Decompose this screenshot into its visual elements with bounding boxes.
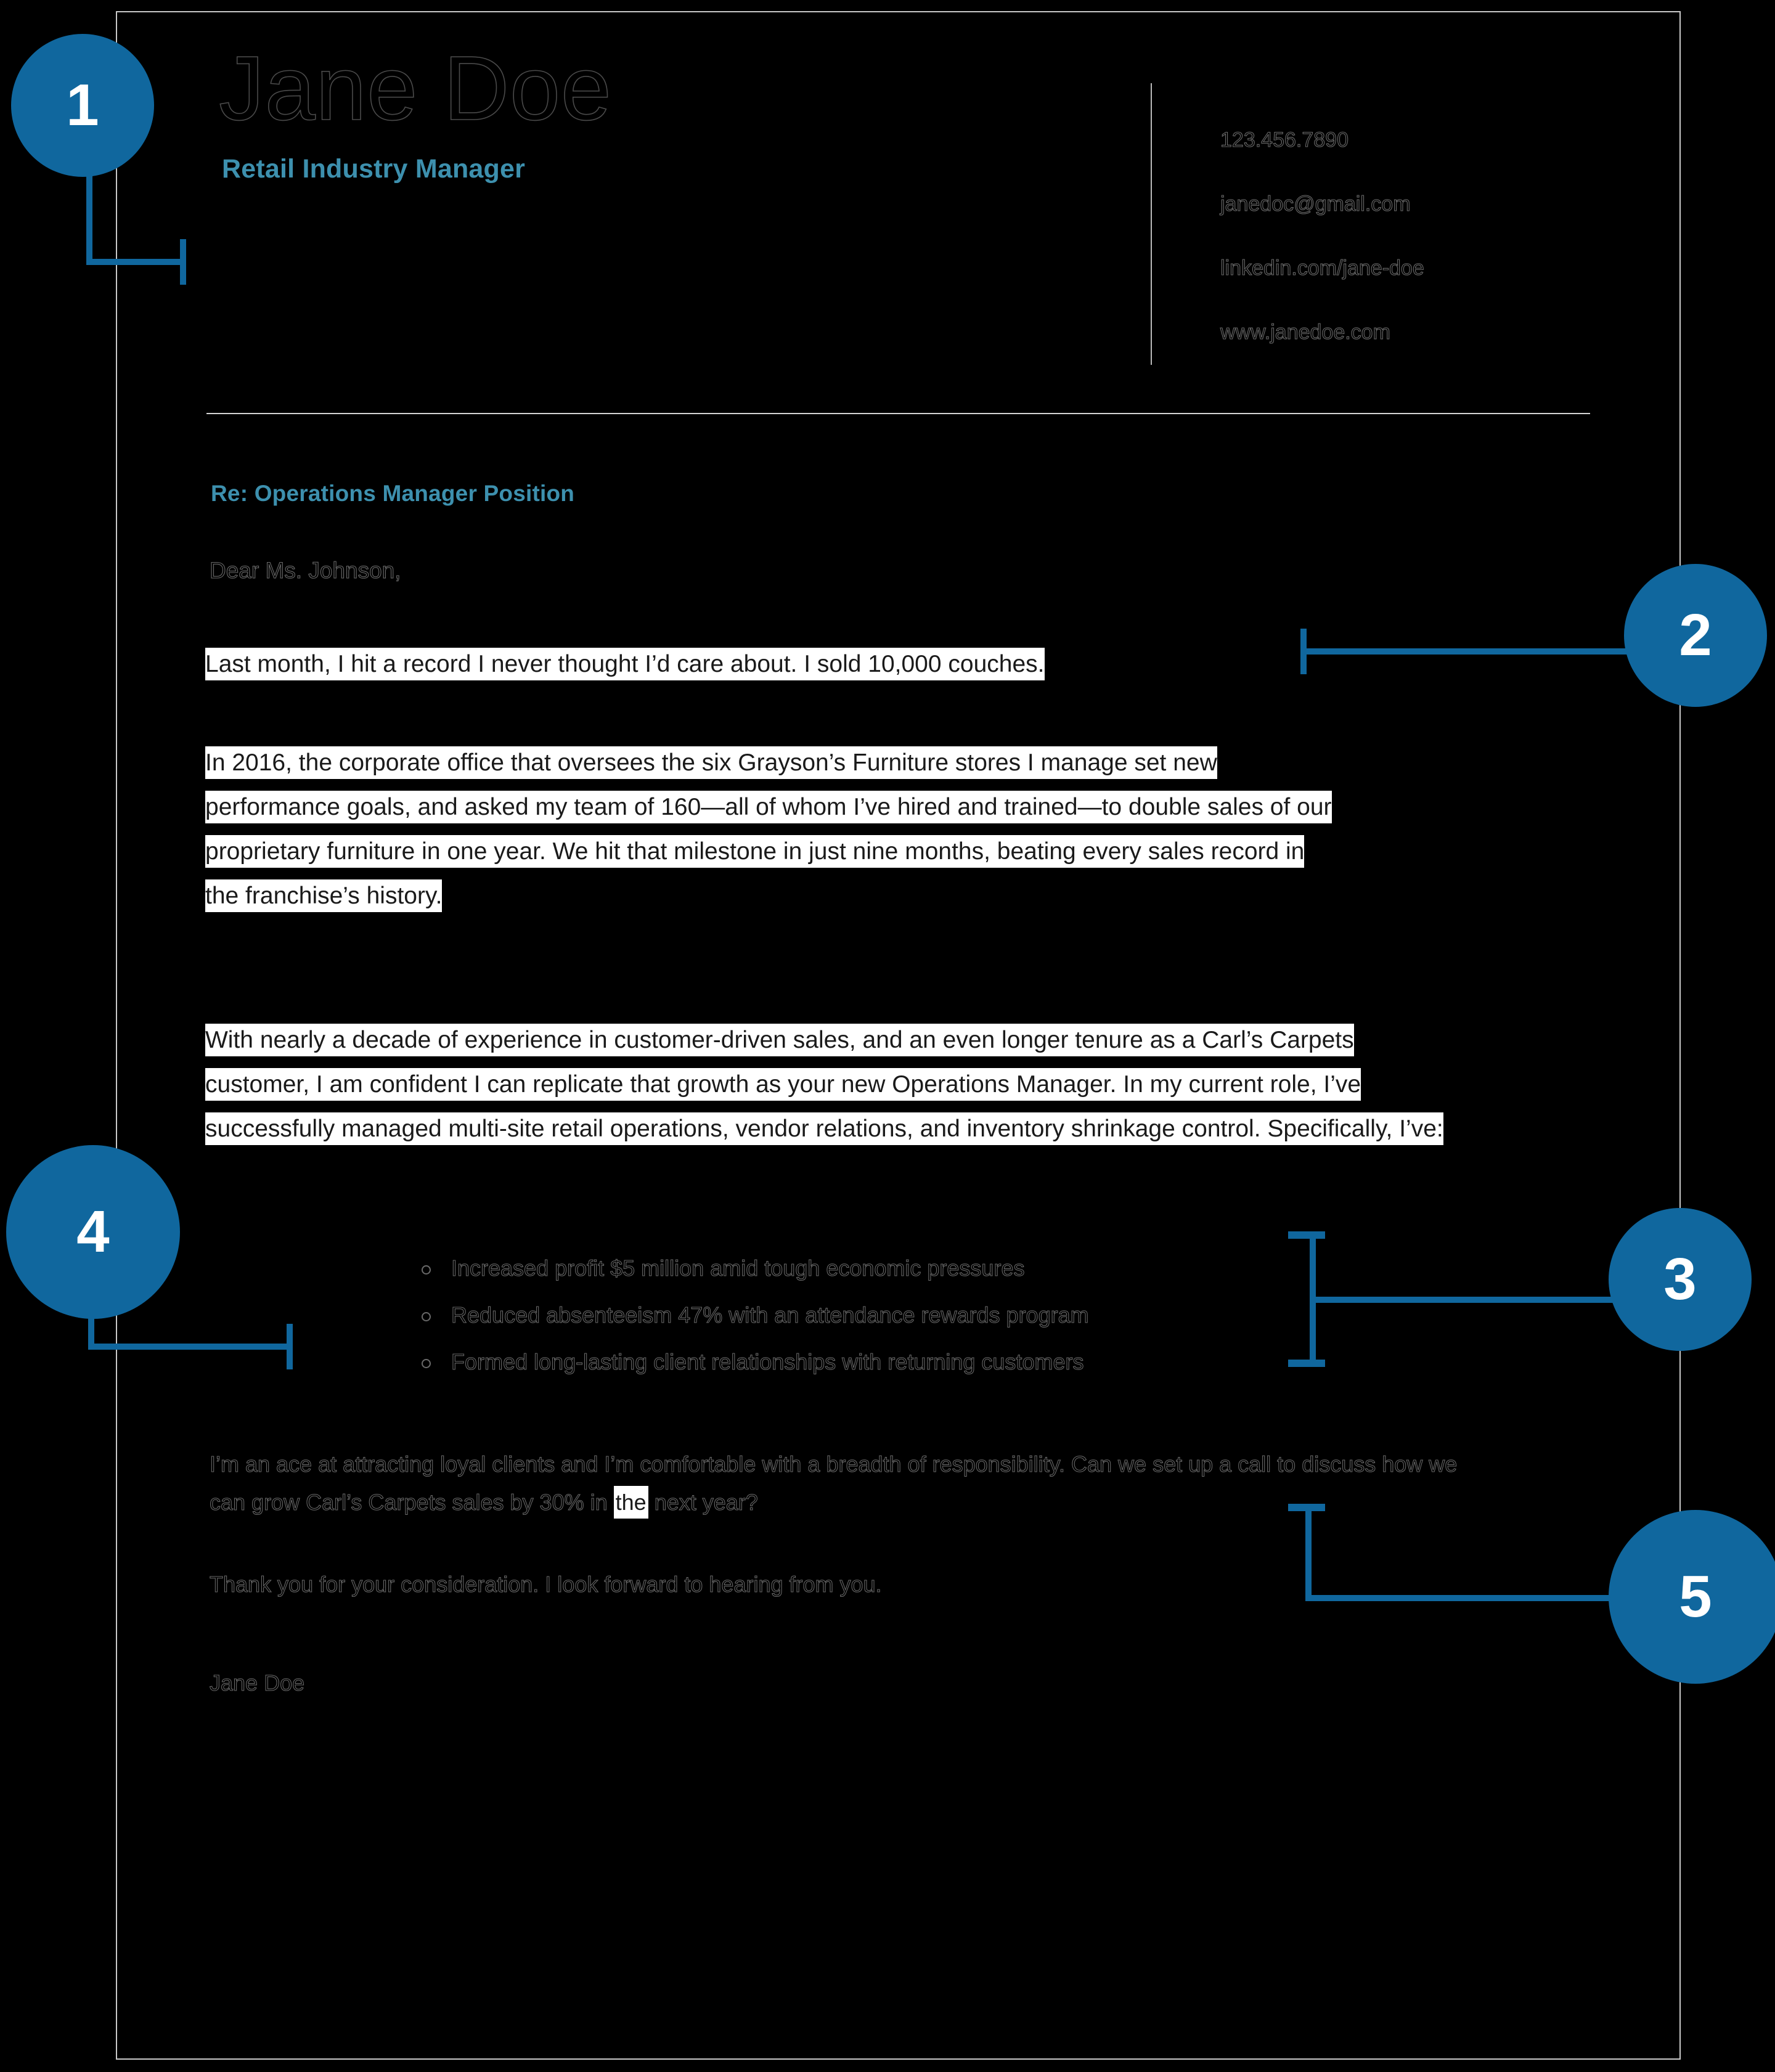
body-paragraph-5: Thank you for your consideration. I look… [209,1565,1442,1604]
callout-1-leader-horizontal [86,259,186,265]
letter-header: Jane Doe Retail Industry Manager 123.456… [117,12,1679,414]
contact-info-block: 123.456.7890 janedoc@gmail.com linkedin.… [1220,129,1652,386]
body-paragraph-3: With nearly a decade of experience in cu… [205,1018,1463,1151]
body-paragraph-1: Last month, I hit a record I never thoug… [205,642,1315,687]
callout-3-number: 3 [1663,1246,1697,1312]
callout-1-leader-endcap [180,239,186,285]
callout-4-leader-horizontal [88,1344,293,1350]
callout-3-bracket-cap-bottom [1288,1360,1325,1367]
contact-email[interactable]: janedoc@gmail.com [1220,193,1652,214]
list-item: Increased profit $5 million amid tough e… [413,1245,1461,1292]
callout-2-leader-horizontal [1300,648,1633,655]
subject-line: Re: Operations Manager Position [211,481,575,506]
callout-4-number: 4 [76,1199,110,1265]
callout-5-leader-vertical [1305,1504,1312,1601]
contact-phone: 123.456.7890 [1220,128,1349,152]
body-paragraph-2: In 2016, the corporate office that overs… [205,741,1338,918]
paragraph-4-before: I’m an ace at attracting loyal clients a… [209,1451,1458,1515]
callout-3-leader-bracket [1310,1231,1316,1367]
salutation: Dear Ms. Johnson, [209,557,401,583]
highlighted-word: the [613,1486,648,1519]
callout-1-leader-vertical [86,174,92,265]
callout-5-leader-endcap [1288,1504,1325,1511]
callout-3-leader-horizontal [1310,1297,1630,1303]
callout-4-leader-endcap [287,1324,293,1369]
header-horizontal-rule [206,413,1590,414]
callout-5-leader-horizontal [1305,1595,1638,1601]
callout-1-number: 1 [66,72,99,138]
contact-linkedin[interactable]: linkedin.com/jane-doe [1220,257,1652,279]
paragraph-3-text: With nearly a decade of experience in cu… [205,1024,1443,1145]
header-vertical-divider [1151,83,1152,365]
callout-badge-4[interactable]: 4 [6,1145,180,1319]
job-title-subheading: Retail Industry Manager [222,154,526,184]
paragraph-1-text: Last month, I hit a record I never thoug… [205,648,1045,680]
callout-3-bracket-cap-top [1288,1231,1325,1239]
callout-badge-3[interactable]: 3 [1609,1208,1752,1351]
list-item: Reduced absenteeism 47% with an attendan… [413,1292,1461,1339]
callout-badge-1[interactable]: 1 [11,34,154,177]
signature-name: Jane Doe [209,1670,305,1695]
paragraph-4-after: next year? [648,1489,758,1515]
callout-2-leader-endcap [1300,629,1307,674]
callout-2-number: 2 [1679,602,1712,668]
paragraph-2-text: In 2016, the corporate office that overs… [205,746,1332,912]
letter-page: Jane Doe Retail Industry Manager 123.456… [116,11,1681,2060]
contact-website[interactable]: www.janedoe.com [1220,321,1652,343]
callout-5-number: 5 [1679,1564,1712,1629]
page-title: Jane Doe [218,38,612,139]
callout-badge-2[interactable]: 2 [1624,564,1767,707]
paragraph-5-text: Thank you for your consideration. I look… [209,1571,882,1597]
